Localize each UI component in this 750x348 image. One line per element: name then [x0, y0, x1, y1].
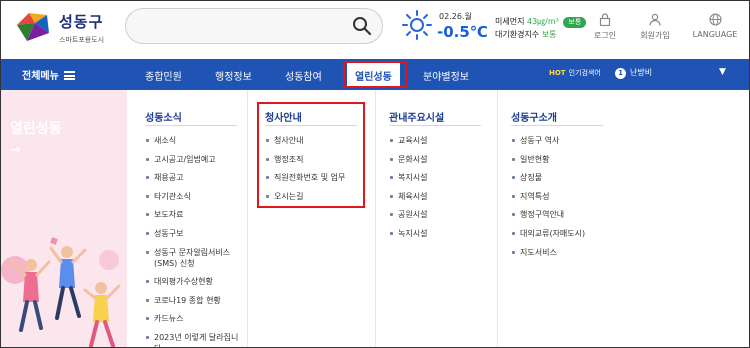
air-quality: 미세먼지 43㎍/m³ 보통 대기환경지수 보통	[495, 15, 587, 41]
column-title-underline	[511, 125, 603, 126]
menu-link[interactable]: 코로나19 종합 현황	[145, 295, 241, 306]
menu-link[interactable]: 지도서비스	[511, 247, 621, 258]
aqi-status: 보통	[541, 30, 557, 39]
language-label: LANGUAGE	[692, 30, 738, 39]
login-label: 로그인	[593, 31, 617, 40]
lock-icon	[599, 13, 611, 26]
menu-link[interactable]: 고시공고/입법예고	[145, 154, 241, 165]
nav-item-admin-info[interactable]: 행정정보	[215, 68, 252, 83]
section-title: 열린성동	[10, 121, 62, 137]
signup-button[interactable]: 회원가입	[626, 13, 684, 41]
hamburger-icon	[63, 71, 75, 80]
column-divider	[497, 90, 498, 347]
menu-link[interactable]: 타기관소식	[145, 191, 241, 202]
nav-item-field-info[interactable]: 분야별정보	[423, 68, 469, 83]
menu-link[interactable]: 녹지시설	[389, 228, 485, 239]
globe-icon	[708, 13, 722, 26]
search-input[interactable]	[125, 8, 383, 44]
menu-list-facilities: 교육시설 문화시설 복지시설 체육시설 공원시설 녹지시설	[389, 135, 485, 247]
menu-link[interactable]: 성동구 문자알림서비스(SMS) 신청	[145, 247, 241, 269]
menu-list-about: 성동구 역사 일반현황 상징물 지역특성 행정구역안내 대외교류(자매도시) 지…	[511, 135, 621, 265]
user-icon	[649, 13, 661, 26]
nav-item-civil-service[interactable]: 종합민원	[145, 68, 182, 83]
pm-value: 43㎍/m³	[527, 17, 559, 26]
weather-date: 02.26.월	[439, 12, 472, 21]
logo-title: 성동구	[59, 13, 104, 31]
menu-link[interactable]: 대외평가수상현황	[145, 276, 241, 287]
menu-link[interactable]: 문화시설	[389, 154, 485, 165]
page-frame: 성동구 스마트포용도시 02.26.월 -0.5℃ 미세먼지 43㎍/m³ 보통…	[0, 0, 750, 348]
column-title-about[interactable]: 성동구소개	[511, 109, 557, 124]
arrow-right-icon[interactable]: →	[9, 142, 21, 158]
menu-link[interactable]: 일반현황	[511, 154, 621, 165]
signup-label: 회원가입	[640, 31, 670, 40]
office-highlight-annotation	[257, 102, 365, 208]
menu-link[interactable]: 지역특성	[511, 191, 621, 202]
pm-label: 미세먼지	[495, 17, 525, 26]
language-button[interactable]: LANGUAGE	[686, 13, 744, 39]
trending-rank: 1	[615, 68, 626, 79]
all-menu-button[interactable]: 전체메뉴	[22, 67, 75, 82]
menu-link[interactable]: 카드뉴스	[145, 313, 241, 324]
menu-link[interactable]: 성동구보	[145, 228, 241, 239]
menu-link[interactable]: 채용공고	[145, 172, 241, 183]
nav-item-participation[interactable]: 성동참여	[285, 68, 322, 83]
aqi-label: 대기환경지수	[495, 30, 540, 39]
column-title-news[interactable]: 성동소식	[145, 109, 182, 124]
menu-link[interactable]: 대외교류(자매도시)	[511, 228, 621, 239]
hot-keywords[interactable]: HOT 인기검색어	[549, 68, 601, 78]
menu-link[interactable]: 복지시설	[389, 172, 485, 183]
column-title-underline	[389, 125, 481, 126]
hot-label: HOT	[549, 69, 566, 77]
weather-temp: -0.5℃	[437, 23, 488, 41]
trending-keyword[interactable]: 1 난방비	[615, 67, 652, 79]
menu-link[interactable]: 공원시설	[389, 209, 485, 220]
people-illustration	[1, 237, 121, 347]
menu-link[interactable]: 2023년 이렇게 달라집니다	[145, 332, 241, 347]
site-header: 성동구 스마트포용도시 02.26.월 -0.5℃ 미세먼지 43㎍/m³ 보통…	[1, 1, 749, 59]
menu-list-news: 새소식 고시공고/입법예고 채용공고 타기관소식 보도자료 성동구보 성동구 문…	[145, 135, 241, 347]
search-icon[interactable]	[352, 16, 372, 36]
site-logo[interactable]: 성동구 스마트포용도시	[15, 9, 115, 49]
menu-link[interactable]: 체육시설	[389, 191, 485, 202]
column-divider	[375, 90, 376, 347]
nav-highlight-annotation	[343, 61, 407, 88]
section-banner: 열린성동 →	[1, 90, 127, 347]
column-title-underline	[145, 125, 237, 126]
chevron-down-icon[interactable]: ▼	[719, 67, 726, 77]
trending-text: 난방비	[630, 68, 653, 77]
menu-link[interactable]: 보도자료	[145, 209, 241, 220]
all-menu-label: 전체메뉴	[22, 71, 59, 82]
menu-link[interactable]: 교육시설	[389, 135, 485, 146]
menu-link[interactable]: 성동구 역사	[511, 135, 621, 146]
hot-text: 인기검색어	[568, 69, 601, 77]
column-divider	[247, 90, 248, 347]
logo-subtitle: 스마트포용도시	[59, 36, 105, 44]
logo-mark-icon	[17, 13, 49, 41]
column-title-facilities[interactable]: 관내주요시설	[389, 109, 444, 124]
weather-widget: 02.26.월 -0.5℃	[401, 9, 488, 49]
menu-link[interactable]: 행정구역안내	[511, 209, 621, 220]
menu-link[interactable]: 새소식	[145, 135, 241, 146]
sun-icon	[402, 10, 432, 40]
menu-link[interactable]: 상징물	[511, 172, 621, 183]
